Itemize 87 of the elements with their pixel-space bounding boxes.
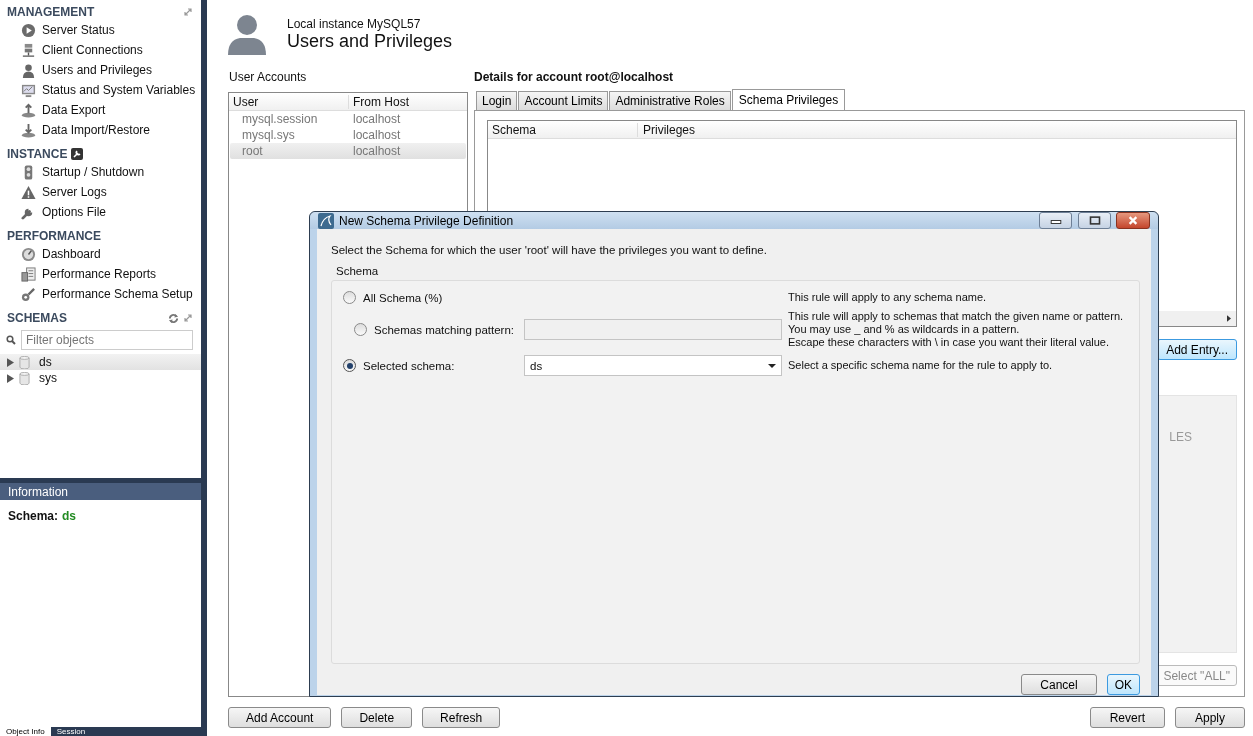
section-label: User Accounts bbox=[229, 70, 308, 84]
option-description: This rule will apply to any schema name. bbox=[788, 291, 987, 304]
panel-header: Information bbox=[0, 483, 201, 500]
download-icon bbox=[21, 122, 36, 138]
column-header[interactable]: User bbox=[229, 94, 348, 109]
database-icon bbox=[19, 355, 30, 369]
close-icon bbox=[1127, 216, 1139, 225]
gear-wrench-icon bbox=[21, 286, 36, 302]
account-row[interactable]: mysql.session localhost bbox=[230, 111, 466, 127]
footer-button[interactable]: Add Account bbox=[228, 707, 332, 728]
tab[interactable]: Schema Privileges bbox=[731, 89, 846, 110]
schema-tree-item[interactable]: ds bbox=[0, 354, 201, 370]
dialog-instruction: Select the Schema for which the user 'root' will have the privileges you want to define. bbox=[331, 244, 768, 258]
wrench-icon bbox=[71, 148, 84, 160]
play-icon bbox=[21, 22, 36, 38]
search-icon bbox=[6, 335, 16, 345]
sidebar-item[interactable]: Performance Reports bbox=[42, 267, 157, 281]
tab[interactable]: Account Limits bbox=[518, 91, 609, 110]
filter-field[interactable]: Filter objects bbox=[21, 330, 193, 350]
account-row[interactable]: root localhost bbox=[230, 143, 466, 159]
dialog-button[interactable]: OK bbox=[1106, 674, 1140, 695]
option-label[interactable]: Selected schema: bbox=[363, 359, 455, 372]
refresh-icon[interactable] bbox=[168, 312, 179, 324]
maximize-button[interactable] bbox=[1078, 212, 1111, 229]
server-icon bbox=[21, 42, 36, 58]
user-avatar-icon bbox=[227, 13, 267, 55]
dialog-title: New Schema Privilege Definition bbox=[339, 213, 514, 228]
maximize-icon bbox=[1088, 216, 1101, 225]
close-button[interactable] bbox=[1116, 212, 1150, 229]
option-description: This rule will apply to schemas that match the given name or pattern. You may use _ and % as wildcards in a pattern. Escape these characters with \ in case you want their literal value. bbox=[788, 310, 1124, 349]
section-title: SCHEMAS bbox=[7, 311, 67, 325]
option-description: Select a specific schema name for the rule to apply to. bbox=[788, 359, 1053, 372]
expand-icon[interactable] bbox=[183, 313, 193, 323]
column-header[interactable]: Privileges bbox=[637, 122, 696, 137]
schema-tree-item[interactable]: sys bbox=[0, 370, 201, 386]
monitor-icon bbox=[21, 82, 36, 98]
section-title: INSTANCE bbox=[7, 147, 68, 161]
add-entry-button[interactable]: Add Entry... bbox=[1157, 339, 1237, 360]
account-row[interactable]: mysql.sys localhost bbox=[230, 127, 466, 143]
sidebar-item[interactable]: Options File bbox=[42, 205, 107, 219]
select-all-button[interactable]: Select "ALL" bbox=[1156, 665, 1237, 686]
scroll-right-icon[interactable] bbox=[1227, 315, 1231, 322]
tab[interactable]: Login bbox=[476, 91, 518, 110]
sidebar-item[interactable]: Data Import/Restore bbox=[42, 123, 151, 137]
database-icon bbox=[19, 371, 30, 385]
gauge-icon bbox=[21, 246, 36, 262]
panel-text: LES bbox=[1169, 430, 1192, 444]
sidebar-item[interactable]: Server Logs bbox=[42, 185, 107, 199]
sidebar-item[interactable]: Status and System Variables bbox=[42, 83, 196, 97]
details-title: Details for account root@localhost bbox=[474, 70, 675, 84]
instance-label: Local instance MySQL57 bbox=[287, 17, 422, 31]
footer-button[interactable]: Apply bbox=[1174, 707, 1245, 728]
dialog-button[interactable]: Cancel bbox=[1021, 674, 1097, 695]
caret-icon bbox=[768, 363, 776, 368]
sidebar-item[interactable]: Users and Privileges bbox=[42, 63, 153, 77]
expand-icon[interactable] bbox=[183, 7, 193, 17]
sidebar-item[interactable]: Startup / Shutdown bbox=[42, 165, 145, 179]
section-title: PERFORMANCE bbox=[7, 229, 101, 243]
report-icon bbox=[21, 266, 36, 282]
section-title: MANAGEMENT bbox=[7, 5, 95, 19]
page-title: Users and Privileges bbox=[287, 31, 453, 52]
sidebar-item[interactable]: Client Connections bbox=[42, 43, 143, 57]
sidebar-item[interactable]: Performance Schema Setup bbox=[42, 287, 193, 301]
footer-button[interactable]: Revert bbox=[1089, 707, 1165, 728]
footer-button[interactable]: Refresh bbox=[422, 707, 501, 728]
upload-icon bbox=[21, 102, 36, 118]
radio-button[interactable] bbox=[343, 291, 356, 304]
schema-dropdown[interactable]: ds bbox=[524, 355, 782, 376]
group-label: Schema bbox=[336, 265, 380, 277]
expand-arrow-icon[interactable] bbox=[7, 357, 14, 367]
column-header[interactable]: Schema bbox=[488, 122, 637, 137]
column-header[interactable]: From Host bbox=[348, 94, 409, 109]
option-label[interactable]: All Schema (%) bbox=[363, 291, 443, 304]
panel-tab[interactable]: Object Info bbox=[0, 727, 51, 736]
warning-icon bbox=[21, 184, 36, 200]
info-value: ds bbox=[62, 509, 77, 523]
footer-button[interactable]: Delete bbox=[341, 707, 413, 728]
person-icon bbox=[21, 62, 36, 78]
sidebar-item[interactable]: Dashboard bbox=[42, 247, 101, 261]
minimize-button[interactable] bbox=[1039, 212, 1072, 229]
sidebar-item[interactable]: Server Status bbox=[42, 23, 115, 37]
info-label: Schema: bbox=[8, 509, 59, 523]
app-icon bbox=[318, 212, 334, 229]
expand-arrow-icon[interactable] bbox=[7, 373, 14, 383]
radio-button[interactable] bbox=[343, 359, 356, 372]
tab[interactable]: Administrative Roles bbox=[609, 91, 731, 110]
sidebar-item[interactable]: Data Export bbox=[42, 103, 106, 117]
